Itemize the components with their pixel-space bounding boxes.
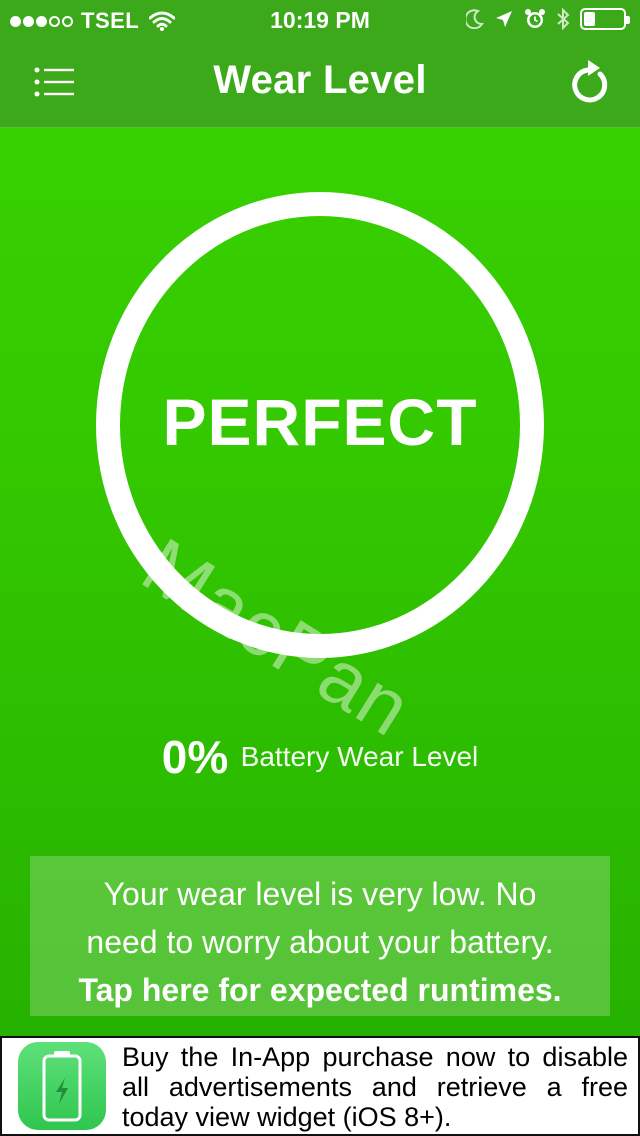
battery-tip <box>626 16 630 24</box>
wear-gauge: PERFECT <box>96 192 544 658</box>
wear-percent: 0% <box>161 731 229 783</box>
battery-app-icon <box>18 1042 106 1130</box>
wear-readout: 0% Battery Wear Level <box>0 730 640 784</box>
nav-bar: Wear Level <box>0 40 640 128</box>
battery-bolt-icon <box>42 1051 82 1122</box>
bluetooth-icon <box>557 8 570 30</box>
gauge-status-label: PERFECT <box>162 385 478 459</box>
wear-caption: Battery Wear Level <box>240 741 479 772</box>
ad-banner[interactable]: Buy the In-App purchase now to disable a… <box>0 1036 640 1136</box>
alarm-icon <box>525 9 545 28</box>
page-title: Wear Level <box>213 58 427 102</box>
expected-runtimes-link[interactable]: Tap here for expected runtimes. <box>30 966 610 1014</box>
info-line-2: need to worry about your battery. <box>86 924 554 960</box>
refresh-icon <box>572 60 608 103</box>
refresh-button[interactable] <box>566 56 614 108</box>
battery-level-fill <box>584 12 595 26</box>
status-bar: TSEL 10:19 PM <box>0 0 640 40</box>
location-arrow-icon <box>496 11 512 27</box>
moon-icon <box>466 9 484 29</box>
status-right <box>466 8 630 30</box>
info-box[interactable]: Your wear level is very low. No need to … <box>30 856 610 1016</box>
battery-icon <box>580 8 630 30</box>
info-line-1: Your wear level is very low. No <box>103 876 537 912</box>
ad-text: Buy the In-App purchase now to disable a… <box>122 1042 628 1132</box>
